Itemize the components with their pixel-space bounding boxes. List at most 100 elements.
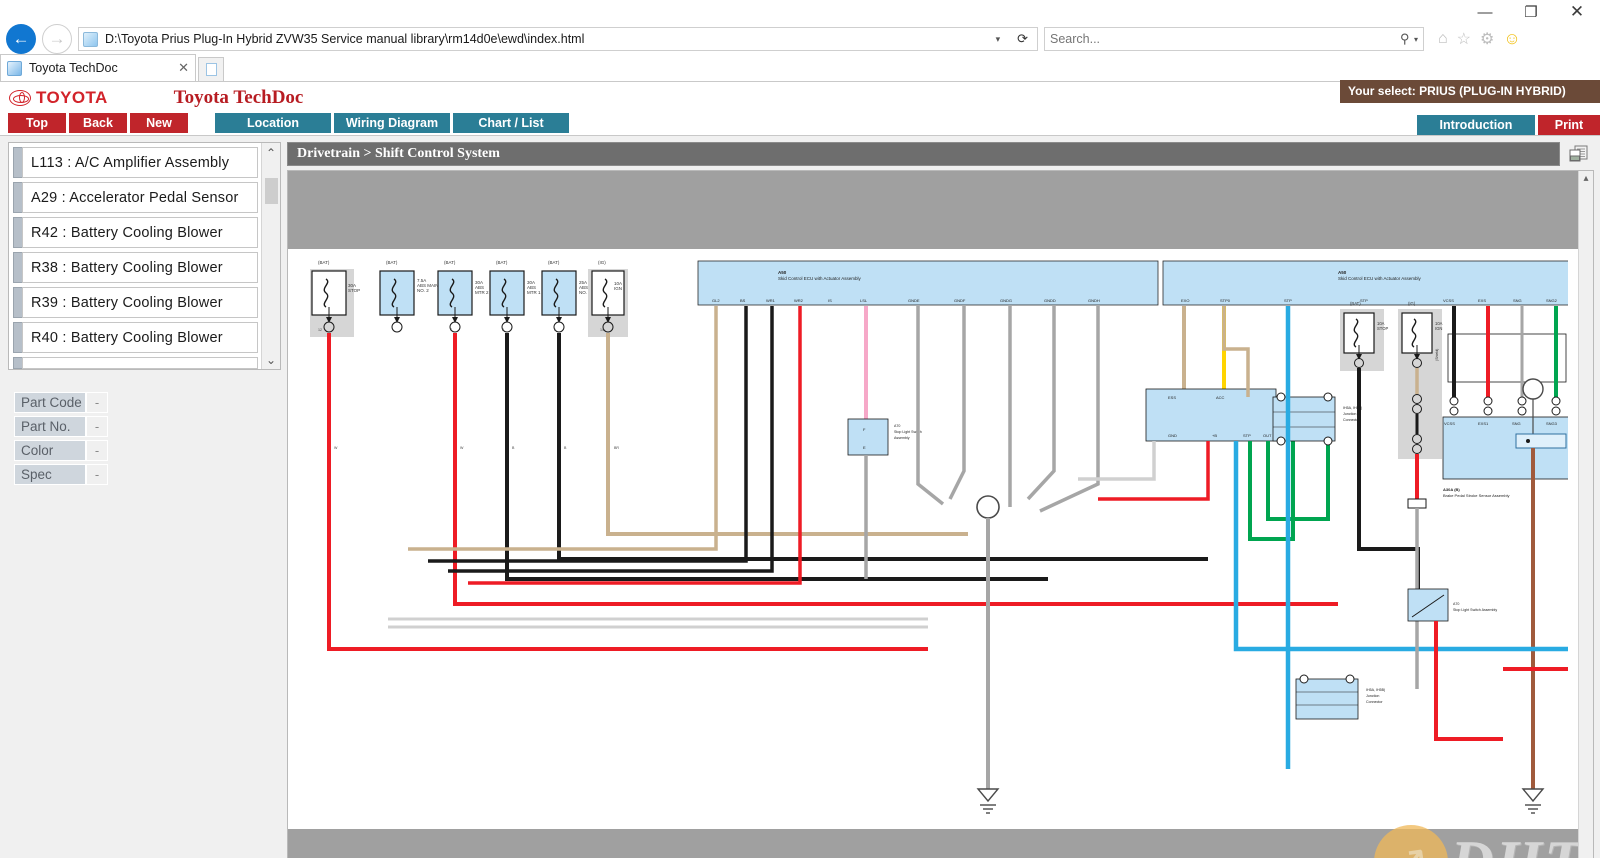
- browser-navbar: ← → D:\Toyota Prius Plug-In Hybrid ZVW35…: [0, 24, 1600, 54]
- diagram-viewer: (BAT) 30A STOP (BAT) 7.5A ABS MAIN NO. 2: [287, 170, 1594, 858]
- search-icon[interactable]: ⚲: [1400, 31, 1410, 47]
- list-item[interactable]: L113 : A/C Amplifier Assembly: [13, 147, 258, 178]
- tab-wiring-diagram[interactable]: Wiring Diagram: [334, 113, 450, 133]
- close-button[interactable]: ✕: [1554, 0, 1600, 24]
- svg-text:STP: STP: [1360, 298, 1368, 303]
- back-button[interactable]: ←: [6, 24, 36, 54]
- scroll-up-icon[interactable]: ⌃: [262, 143, 281, 162]
- tab-location[interactable]: Location: [215, 113, 331, 133]
- address-input[interactable]: D:\Toyota Prius Plug-In Hybrid ZVW35 Ser…: [105, 32, 984, 46]
- list-item-grip: [13, 357, 22, 369]
- svg-text:STOP: STOP: [348, 288, 360, 293]
- window-titlebar: — ❐ ✕: [0, 0, 1600, 24]
- techdoc-app: TOYOTA Toyota TechDoc Your select: PRIUS…: [0, 80, 1600, 858]
- search-chevron-down-icon[interactable]: ▾: [1410, 35, 1418, 44]
- svg-text:BR: BR: [614, 446, 619, 450]
- tab-favicon-icon: [7, 60, 22, 76]
- list-item-grip: [13, 322, 22, 353]
- part-info-row: Spec -: [14, 464, 184, 485]
- top-button[interactable]: Top: [8, 113, 66, 133]
- search-input[interactable]: [1050, 32, 1401, 46]
- svg-text:(Shield): (Shield): [1435, 349, 1439, 361]
- scrollbar-track[interactable]: [264, 162, 278, 350]
- svg-text:GND: GND: [1168, 433, 1177, 438]
- list-item-grip: [13, 147, 22, 178]
- list-item[interactable]: R38 : Battery Cooling Blower: [13, 252, 258, 283]
- breadcrumb: Drivetrain > Shift Control System: [287, 142, 1560, 166]
- svg-text:STP: STP: [1243, 433, 1251, 438]
- printer-icon: [1569, 145, 1588, 162]
- search-box[interactable]: ⚲ ▾: [1044, 27, 1424, 51]
- address-bar[interactable]: D:\Toyota Prius Plug-In Hybrid ZVW35 Ser…: [78, 27, 1038, 51]
- part-info-value: -: [86, 392, 108, 413]
- favorites-star-icon[interactable]: ☆: [1457, 29, 1471, 49]
- chevron-down-icon[interactable]: ▾: [991, 34, 1006, 45]
- svg-text:IS: IS: [828, 298, 832, 303]
- svg-text:SNG: SNG: [1513, 298, 1522, 303]
- back-nav-button[interactable]: Back: [69, 113, 127, 133]
- svg-text:ACC: ACC: [1216, 395, 1225, 400]
- svg-text:SNG2: SNG2: [1546, 298, 1558, 303]
- tab-toyota-techdoc[interactable]: Toyota TechDoc ✕: [0, 54, 196, 81]
- maximize-button[interactable]: ❐: [1508, 0, 1554, 24]
- part-list-panel: L113 : A/C Amplifier Assembly A29 : Acce…: [8, 142, 281, 370]
- menu-group-right: Introduction Print: [1417, 115, 1600, 135]
- svg-text:STP: STP: [1284, 298, 1292, 303]
- print-button[interactable]: Print: [1538, 115, 1600, 135]
- list-item-label: A29 : Accelerator Pedal Sensor: [22, 182, 258, 213]
- list-item-label: [22, 357, 258, 369]
- svg-text:A50: A50: [778, 270, 787, 275]
- scroll-down-icon[interactable]: ⌄: [262, 350, 281, 369]
- svg-text:Stop Light Switch Assembly: Stop Light Switch Assembly: [1453, 608, 1497, 612]
- content-area: Drivetrain > Shift Control System (BAT) …: [287, 136, 1600, 858]
- home-icon[interactable]: ⌂: [1438, 30, 1448, 48]
- part-info-value: -: [86, 416, 108, 437]
- svg-text:A30A (B): A30A (B): [1443, 487, 1460, 492]
- svg-text:LSL: LSL: [860, 298, 868, 303]
- svg-text:GNDE: GNDE: [908, 298, 920, 303]
- part-info-key: Spec: [14, 464, 86, 485]
- sidebar-scrollbar[interactable]: ⌃ ⌄: [261, 143, 280, 369]
- svg-text:VCSS: VCSS: [1444, 421, 1455, 426]
- minimize-button[interactable]: —: [1462, 0, 1508, 24]
- svg-text:Brake Pedal Stroke Sensor Asse: Brake Pedal Stroke Sensor Assembly: [1443, 493, 1509, 498]
- introduction-button[interactable]: Introduction: [1417, 115, 1535, 135]
- refresh-icon[interactable]: ⟳: [1012, 31, 1033, 47]
- list-item-label: R42 : Battery Cooling Blower: [22, 217, 258, 248]
- svg-text:(BAT): (BAT): [496, 260, 508, 265]
- part-info-row: Part Code -: [14, 392, 184, 413]
- svg-text:(BAT): (BAT): [386, 260, 398, 265]
- wiring-diagram-canvas[interactable]: (BAT) 30A STOP (BAT) 7.5A ABS MAIN NO. 2: [288, 249, 1593, 829]
- app-menubar: Top Back New Location Wiring Diagram Cha…: [0, 113, 1600, 135]
- selected-vehicle-badge: Your select: PRIUS (PLUG-IN HYBRID): [1340, 80, 1600, 103]
- svg-text:SNG3: SNG3: [1546, 421, 1558, 426]
- svg-text:GNDH: GNDH: [1088, 298, 1100, 303]
- list-item[interactable]: R40 : Battery Cooling Blower: [13, 322, 258, 353]
- svg-text:A50: A50: [1338, 270, 1347, 275]
- browser-window: — ❐ ✕ ← → D:\Toyota Prius Plug-In Hybrid…: [0, 0, 1600, 858]
- svg-text:WR1: WR1: [766, 298, 776, 303]
- list-item[interactable]: R39 : Battery Cooling Blower: [13, 287, 258, 318]
- viewer-vertical-scrollbar[interactable]: ▴ ▾: [1578, 171, 1593, 858]
- print-copy-icon[interactable]: [1564, 142, 1594, 166]
- list-item[interactable]: A29 : Accelerator Pedal Sensor: [13, 182, 258, 213]
- breadcrumb-bar: Drivetrain > Shift Control System: [287, 142, 1594, 166]
- forward-button[interactable]: →: [42, 24, 72, 54]
- new-tab-button[interactable]: [198, 57, 224, 81]
- tab-chart-list[interactable]: Chart / List: [453, 113, 569, 133]
- new-button[interactable]: New: [130, 113, 188, 133]
- feedback-smiley-icon[interactable]: ☺: [1503, 29, 1520, 49]
- svg-text:Assembly: Assembly: [894, 436, 910, 440]
- scroll-up-icon[interactable]: ▴: [1583, 171, 1588, 186]
- close-icon[interactable]: ✕: [178, 60, 189, 76]
- list-item[interactable]: [13, 357, 258, 369]
- part-list: L113 : A/C Amplifier Assembly A29 : Acce…: [9, 143, 261, 369]
- svg-text:IGN: IGN: [1435, 326, 1442, 331]
- scrollbar-thumb[interactable]: [264, 178, 278, 204]
- part-info-row: Color -: [14, 440, 184, 461]
- svg-text:WR2: WR2: [794, 298, 804, 303]
- svg-text:(BAT): (BAT): [444, 260, 456, 265]
- svg-text:A70: A70: [894, 424, 900, 428]
- list-item[interactable]: R42 : Battery Cooling Blower: [13, 217, 258, 248]
- tools-gear-icon[interactable]: ⚙: [1480, 29, 1494, 49]
